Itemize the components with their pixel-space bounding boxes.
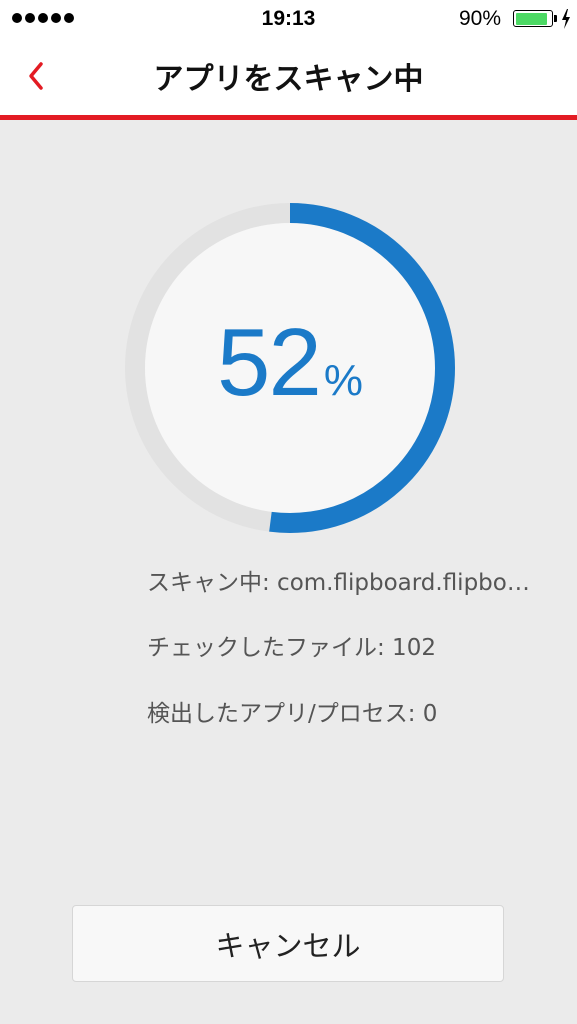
status-bar: 19:13 90% <box>0 0 577 38</box>
nav-bar: アプリをスキャン中 <box>0 38 577 115</box>
cancel-button[interactable]: キャンセル <box>72 905 504 982</box>
battery-tip <box>554 15 557 22</box>
files-checked-text: チェックしたファイル: 102 <box>147 635 436 661</box>
battery-level <box>515 12 547 25</box>
nav-accent-line <box>0 115 577 120</box>
battery-icon <box>513 10 553 27</box>
detected-count-text: 検出したアプリ/プロセス: 0 <box>147 701 438 727</box>
page-title: アプリをスキャン中 <box>153 62 424 97</box>
progress-readout: 52% <box>125 315 455 411</box>
charging-bolt-icon <box>562 9 570 29</box>
scanning-item-text: スキャン中: com.flipboard.flipbo… <box>147 570 530 596</box>
progress-value: 52 <box>217 309 322 416</box>
progress-ring: 52% <box>125 203 455 533</box>
scan-screen: 19:13 90% アプリをスキャン中 52% スキャン中: com.flipb… <box>0 0 577 1024</box>
battery-percent: 90% <box>458 7 501 30</box>
progress-unit: % <box>323 356 363 405</box>
